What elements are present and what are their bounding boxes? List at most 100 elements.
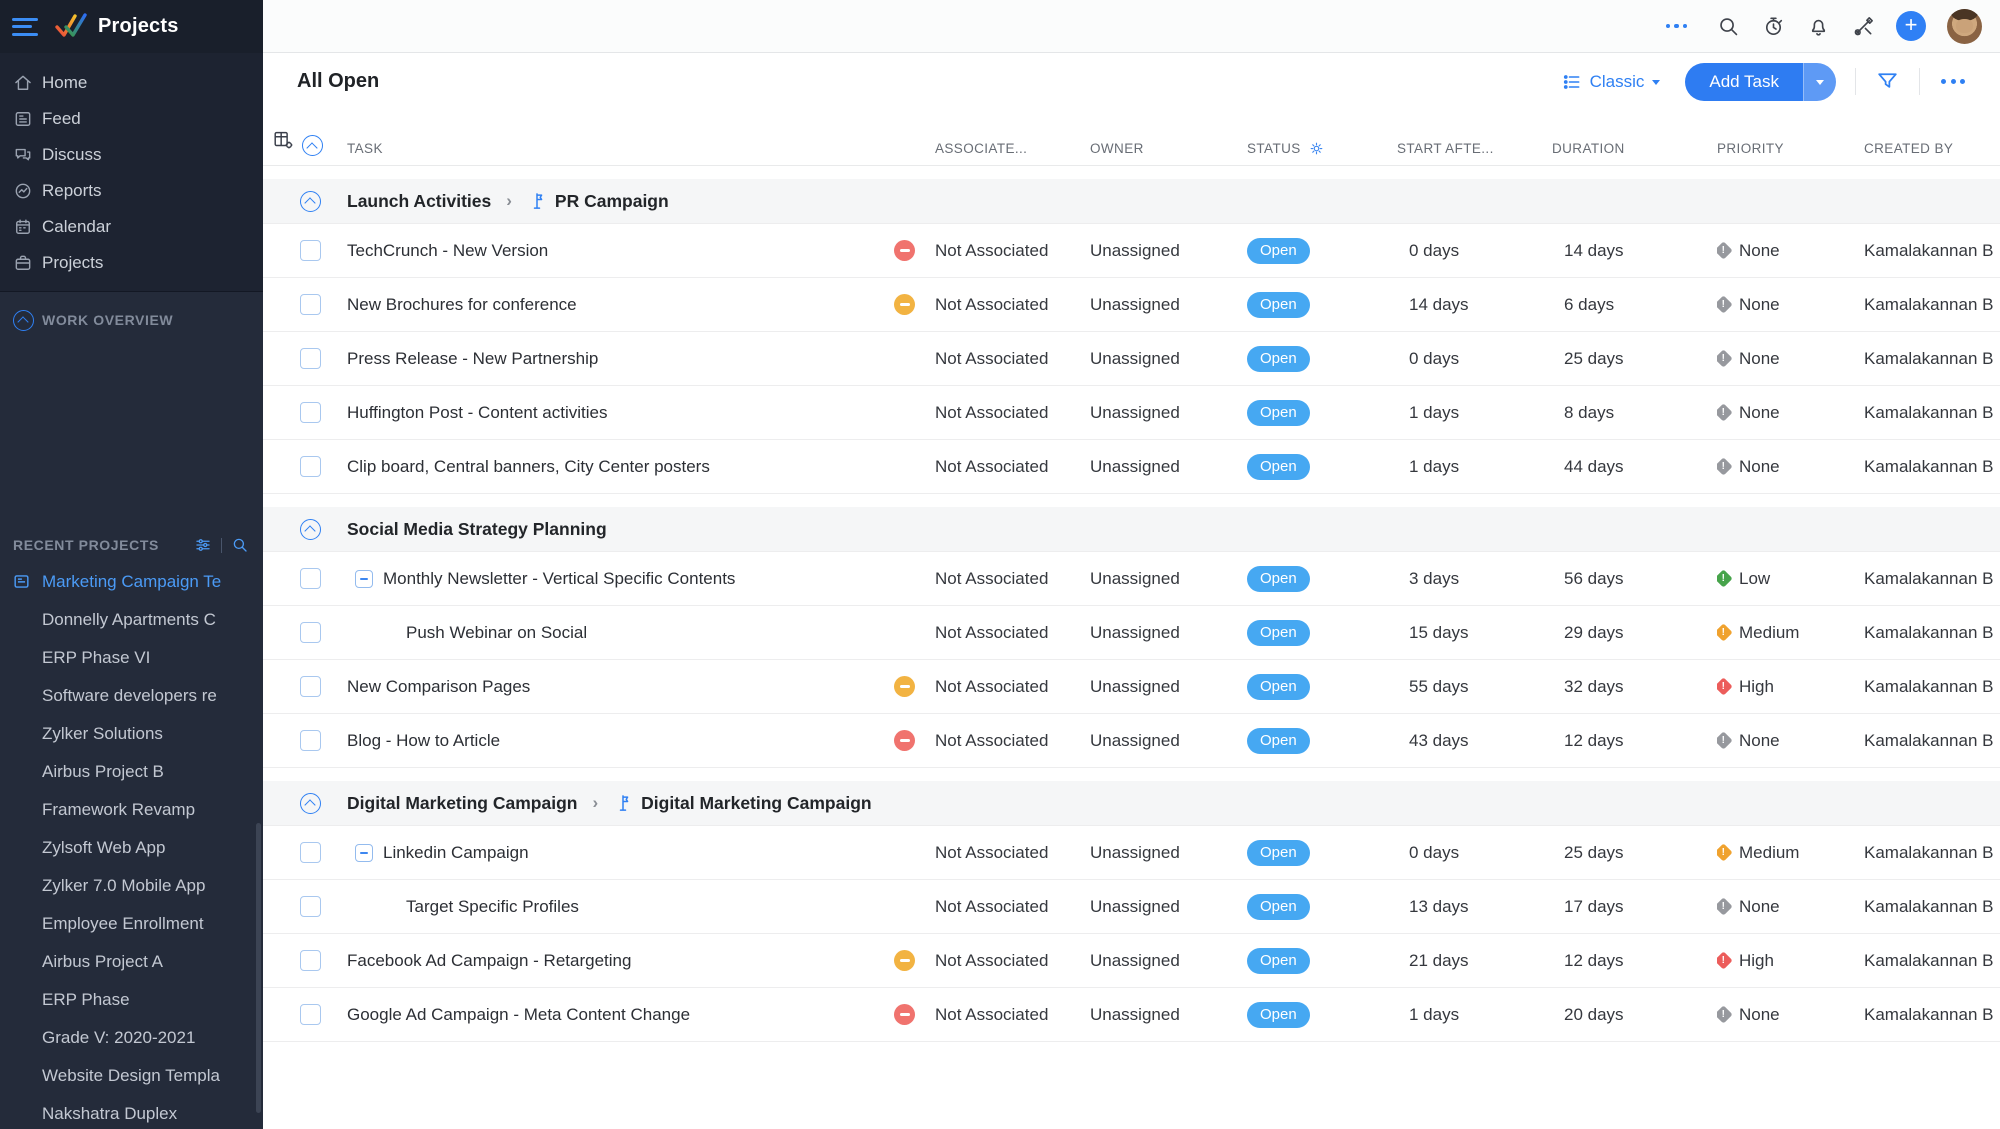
start-after-cell[interactable]: 55 days [1397,677,1552,697]
owner-cell[interactable]: Unassigned [1090,457,1247,477]
status-badge[interactable]: Open [1247,727,1310,754]
status-badge[interactable]: Open [1247,673,1310,700]
owner-cell[interactable]: Unassigned [1090,569,1247,589]
priority-cell[interactable]: ! Medium [1717,843,1864,863]
associated-cell[interactable]: Not Associated [935,1005,1090,1025]
status-badge[interactable]: Open [1247,947,1310,974]
task-name[interactable]: New Brochures for conference [347,295,577,315]
priority-cell[interactable]: ! None [1717,403,1864,423]
column-created-by[interactable]: CREATED BY [1864,141,2000,156]
task-checkbox[interactable] [300,294,321,315]
task-name[interactable]: Google Ad Campaign - Meta Content Change [347,1005,690,1025]
sidebar-item-reports[interactable]: Reports [0,173,263,209]
owner-cell[interactable]: Unassigned [1090,731,1247,751]
search-icon[interactable] [1716,14,1740,38]
column-task[interactable]: TASK [347,141,894,156]
task-name[interactable]: Blog - How to Article [347,731,500,751]
start-after-cell[interactable]: 43 days [1397,731,1552,751]
work-overview-item-tasks[interactable] [0,338,263,374]
associated-cell[interactable]: Not Associated [935,457,1090,477]
collapse-group-icon[interactable] [300,518,321,540]
sidebar-item-discuss[interactable]: Discuss [0,137,263,173]
start-after-cell[interactable]: 21 days [1397,951,1552,971]
task-checkbox[interactable] [300,402,321,423]
priority-cell[interactable]: ! Low [1717,569,1864,589]
priority-cell[interactable]: ! High [1717,951,1864,971]
work-overview-header[interactable]: WORK OVERVIEW [0,302,263,338]
sidebar-item-projects[interactable]: Projects [0,245,263,281]
duration-cell[interactable]: 44 days [1552,457,1717,477]
task-name[interactable]: Target Specific Profiles [406,897,579,917]
start-after-cell[interactable]: 1 days [1397,457,1552,477]
associated-cell[interactable]: Not Associated [935,843,1090,863]
priority-cell[interactable]: ! None [1717,457,1864,477]
project-search-icon[interactable] [231,536,249,554]
task-checkbox[interactable] [300,842,321,863]
status-badge[interactable]: Open [1247,565,1310,592]
recent-project-item[interactable]: Zylker 7.0 Mobile App [0,867,263,905]
associated-cell[interactable]: Not Associated [935,403,1090,423]
task-name[interactable]: New Comparison Pages [347,677,530,697]
recent-project-item[interactable]: Donnelly Apartments C [0,601,263,639]
recent-project-item[interactable]: Grade V: 2020-2021 [0,1019,263,1057]
priority-cell[interactable]: ! None [1717,1005,1864,1025]
nav-more-icon[interactable] [1664,18,1690,35]
collapse-group-icon[interactable] [300,792,321,814]
column-start-after[interactable]: START AFTE... [1397,141,1552,156]
milestone-name[interactable]: PR Campaign [555,191,669,212]
notifications-bell-icon[interactable] [1806,14,1830,38]
duration-cell[interactable]: 12 days [1552,731,1717,751]
owner-cell[interactable]: Unassigned [1090,677,1247,697]
task-checkbox[interactable] [300,568,321,589]
tools-icon[interactable] [1851,14,1875,38]
status-badge[interactable]: Open [1247,237,1310,264]
recent-project-item[interactable]: ERP Phase VI [0,639,263,677]
start-after-cell[interactable]: 1 days [1397,1005,1552,1025]
status-badge[interactable]: Open [1247,839,1310,866]
task-checkbox[interactable] [300,456,321,477]
work-overview-item-timesheets[interactable] [0,446,263,482]
status-badge[interactable]: Open [1247,1001,1310,1028]
task-name[interactable]: Huffington Post - Content activities [347,403,608,423]
subtask-collapse-icon[interactable] [355,843,373,862]
associated-cell[interactable]: Not Associated [935,569,1090,589]
owner-cell[interactable]: Unassigned [1090,349,1247,369]
sidebar-item-feed[interactable]: Feed [0,101,263,137]
task-checkbox[interactable] [300,730,321,751]
recent-project-item[interactable]: Software developers re [0,677,263,715]
add-task-button[interactable]: Add Task [1685,62,1803,101]
view-selector[interactable]: Classic [1562,72,1661,92]
task-checkbox[interactable] [300,896,321,917]
add-task-dropdown-button[interactable] [1803,62,1836,101]
sidebar-item-home[interactable]: Home [0,65,263,101]
owner-cell[interactable]: Unassigned [1090,897,1247,917]
status-settings-gear-icon[interactable] [1309,141,1324,156]
filter-sliders-icon[interactable] [194,536,212,554]
owner-cell[interactable]: Unassigned [1090,295,1247,315]
start-after-cell[interactable]: 13 days [1397,897,1552,917]
task-name[interactable]: Facebook Ad Campaign - Retargeting [347,951,631,971]
duration-cell[interactable]: 14 days [1552,241,1717,261]
task-checkbox[interactable] [300,622,321,643]
status-badge[interactable]: Open [1247,453,1310,480]
work-overview-item-milestones[interactable] [0,410,263,446]
timer-icon[interactable] [1761,14,1785,38]
work-overview-item-expenses[interactable] [0,482,263,518]
column-owner[interactable]: OWNER [1090,141,1247,156]
recent-project-item[interactable]: Nakshatra Duplex [0,1095,263,1129]
task-checkbox[interactable] [300,348,321,369]
owner-cell[interactable]: Unassigned [1090,843,1247,863]
task-checkbox[interactable] [300,676,321,697]
start-after-cell[interactable]: 0 days [1397,843,1552,863]
duration-cell[interactable]: 29 days [1552,623,1717,643]
priority-cell[interactable]: ! High [1717,677,1864,697]
recent-project-item[interactable]: Zylsoft Web App [0,829,263,867]
collapse-all-icon[interactable] [302,135,323,156]
add-new-button[interactable]: + [1896,11,1926,41]
more-options-icon[interactable] [1939,71,1967,92]
status-badge[interactable]: Open [1247,291,1310,318]
duration-cell[interactable]: 6 days [1552,295,1717,315]
owner-cell[interactable]: Unassigned [1090,951,1247,971]
start-after-cell[interactable]: 15 days [1397,623,1552,643]
status-badge[interactable]: Open [1247,893,1310,920]
